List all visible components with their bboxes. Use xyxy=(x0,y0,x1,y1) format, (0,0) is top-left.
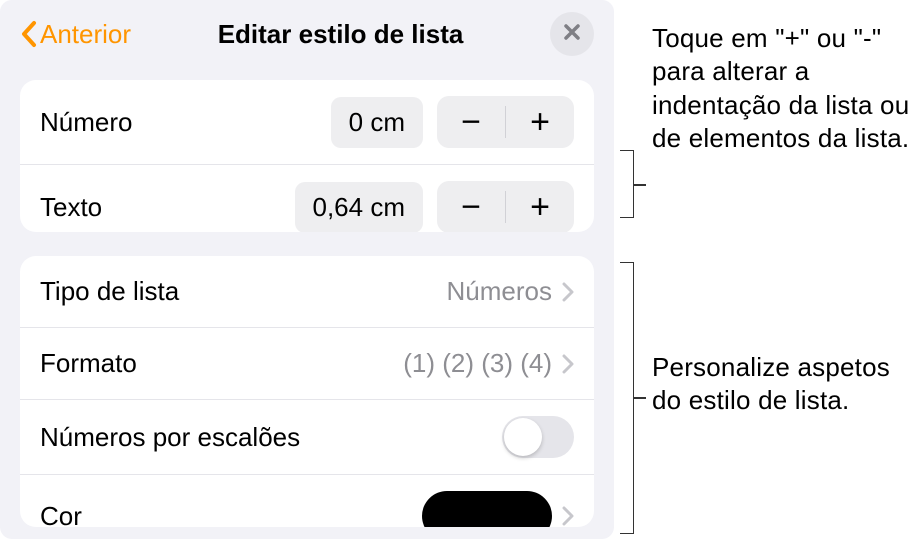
edit-list-style-panel: Anterior Editar estilo de lista Número 0… xyxy=(0,0,614,539)
formato-label: Formato xyxy=(40,348,403,379)
tipo-row[interactable]: Tipo de lista Números xyxy=(20,256,594,328)
close-button[interactable] xyxy=(550,12,594,56)
numero-increment-button[interactable]: + xyxy=(506,96,574,148)
chevron-right-icon xyxy=(562,282,574,302)
chevron-right-icon xyxy=(562,506,574,526)
chevron-right-icon xyxy=(562,354,574,374)
texto-decrement-button[interactable]: − xyxy=(437,181,505,232)
indent-section: Número 0 cm − + Texto 0,64 cm − xyxy=(20,80,594,232)
callout-line xyxy=(634,397,646,399)
color-swatch xyxy=(422,491,552,527)
style-section: Tipo de lista Números Formato (1) (2) (3… xyxy=(20,256,594,527)
escaloes-row: Números por escalões xyxy=(20,400,594,475)
chevron-left-icon xyxy=(20,20,38,48)
tipo-label: Tipo de lista xyxy=(40,276,447,307)
numero-row: Número 0 cm − + xyxy=(20,80,594,165)
texto-row: Texto 0,64 cm − + xyxy=(20,165,594,232)
tipo-value: Números xyxy=(447,276,552,307)
close-icon xyxy=(563,23,581,46)
annotation-indent: Toque em "+" ou "-" para alterar a inden… xyxy=(652,22,910,155)
cor-label: Cor xyxy=(40,501,422,527)
panel-header: Anterior Editar estilo de lista xyxy=(0,0,614,68)
texto-label: Texto xyxy=(40,192,295,223)
texto-increment-button[interactable]: + xyxy=(506,181,574,232)
minus-icon: − xyxy=(461,103,481,142)
annotation-style: Personalize aspetos do estilo de lista. xyxy=(652,351,910,418)
texto-stepper: − + xyxy=(437,181,574,232)
formato-value: (1) (2) (3) (4) xyxy=(403,348,552,379)
texto-value[interactable]: 0,64 cm xyxy=(295,182,424,232)
plus-icon: + xyxy=(530,188,550,227)
numero-value[interactable]: 0 cm xyxy=(331,97,423,148)
callout-bracket xyxy=(620,262,634,534)
numero-label: Número xyxy=(40,107,331,138)
minus-icon: − xyxy=(461,188,481,227)
numero-stepper: − + xyxy=(437,96,574,148)
cor-row[interactable]: Cor xyxy=(20,475,594,527)
back-label: Anterior xyxy=(40,19,131,50)
annotations: Toque em "+" ou "-" para alterar a inden… xyxy=(652,22,910,418)
toggle-knob xyxy=(504,418,542,456)
page-title: Editar estilo de lista xyxy=(131,19,550,50)
formato-row[interactable]: Formato (1) (2) (3) (4) xyxy=(20,328,594,400)
callout-line xyxy=(634,184,646,186)
escaloes-toggle[interactable] xyxy=(502,416,574,458)
back-button[interactable]: Anterior xyxy=(20,19,131,50)
escaloes-label: Números por escalões xyxy=(40,422,502,453)
callout-bracket xyxy=(620,150,634,218)
numero-decrement-button[interactable]: − xyxy=(437,96,505,148)
plus-icon: + xyxy=(530,103,550,142)
